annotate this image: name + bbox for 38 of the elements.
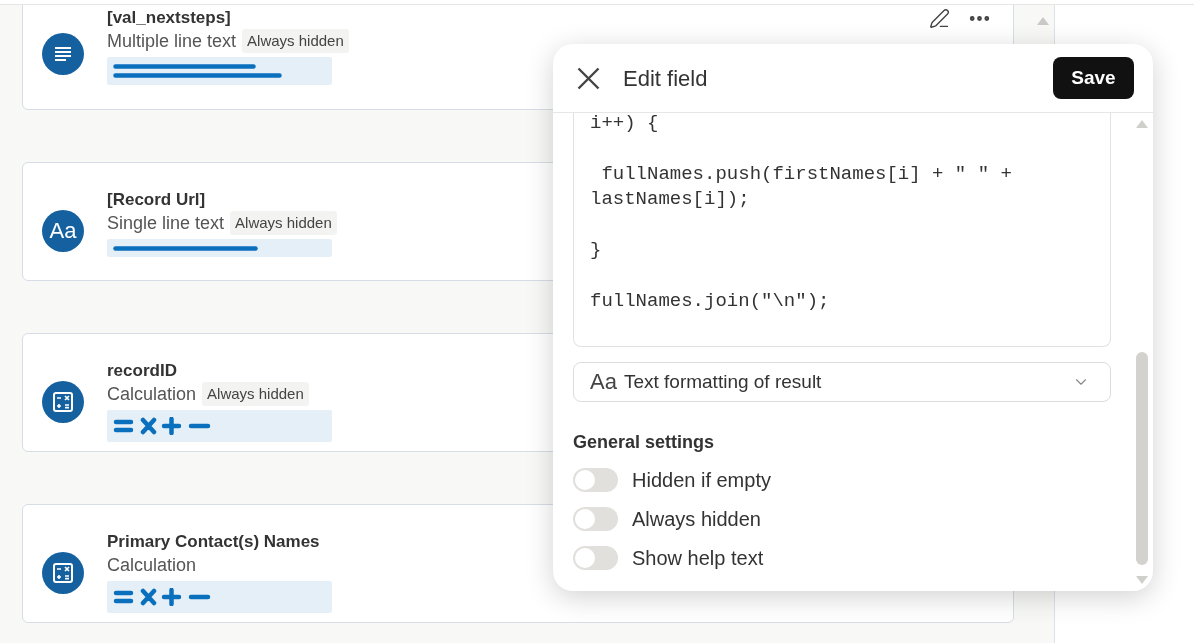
code-editor-field[interactable]: i++) { fullNames.push(firstNames[i] + " " + lastNames[i]); } fullNames.join("\n");	[573, 113, 1111, 347]
save-button[interactable]: Save	[1053, 57, 1134, 99]
close-button[interactable]	[577, 66, 600, 90]
toggle-label: Show help text	[632, 546, 764, 571]
calculator-icon	[42, 551, 84, 594]
field-type-label: Single line text	[107, 211, 225, 235]
text-line-icon	[113, 245, 258, 251]
math-symbols-icon	[113, 417, 211, 435]
text-lines-icon	[42, 33, 84, 75]
toggle-switch[interactable]	[573, 507, 618, 531]
section-heading: General settings	[573, 431, 716, 453]
toggle-switch[interactable]	[573, 546, 618, 570]
toggle-label: Hidden if empty	[632, 468, 771, 493]
visibility-tag: Always hidden	[230, 211, 337, 235]
field-type-label: Multiple line text	[107, 29, 237, 53]
field-title: recordID	[107, 361, 178, 381]
field-title: [val_nextsteps]	[107, 8, 232, 28]
visibility-tag: Always hidden	[202, 382, 309, 406]
edit-icon[interactable]	[929, 7, 950, 29]
dialog-title: Edit field	[623, 64, 708, 93]
text-type-icon: Aa	[42, 209, 84, 252]
math-symbols-icon	[113, 588, 211, 606]
toggle-label: Always hidden	[632, 507, 761, 532]
field-type-label: Calculation	[107, 553, 197, 577]
field-title: [Record Url]	[107, 190, 207, 210]
field-type-label: Calculation	[107, 382, 197, 406]
text-lines-icon	[113, 64, 285, 78]
scroll-up-icon[interactable]	[1136, 120, 1148, 128]
toggle-switch[interactable]	[573, 468, 618, 492]
scroll-up-icon[interactable]	[1037, 17, 1049, 25]
scroll-down-icon[interactable]	[1136, 576, 1148, 584]
scrollbar-thumb[interactable]	[1136, 352, 1148, 565]
field-title: Primary Contact(s) Names	[107, 532, 321, 552]
visibility-tag: Always hidden	[242, 29, 349, 53]
close-icon	[577, 66, 600, 90]
calculator-icon	[42, 380, 84, 423]
format-dropdown[interactable]: Aa Text formatting of result	[573, 362, 1111, 402]
text-format-icon: Aa	[590, 371, 617, 393]
